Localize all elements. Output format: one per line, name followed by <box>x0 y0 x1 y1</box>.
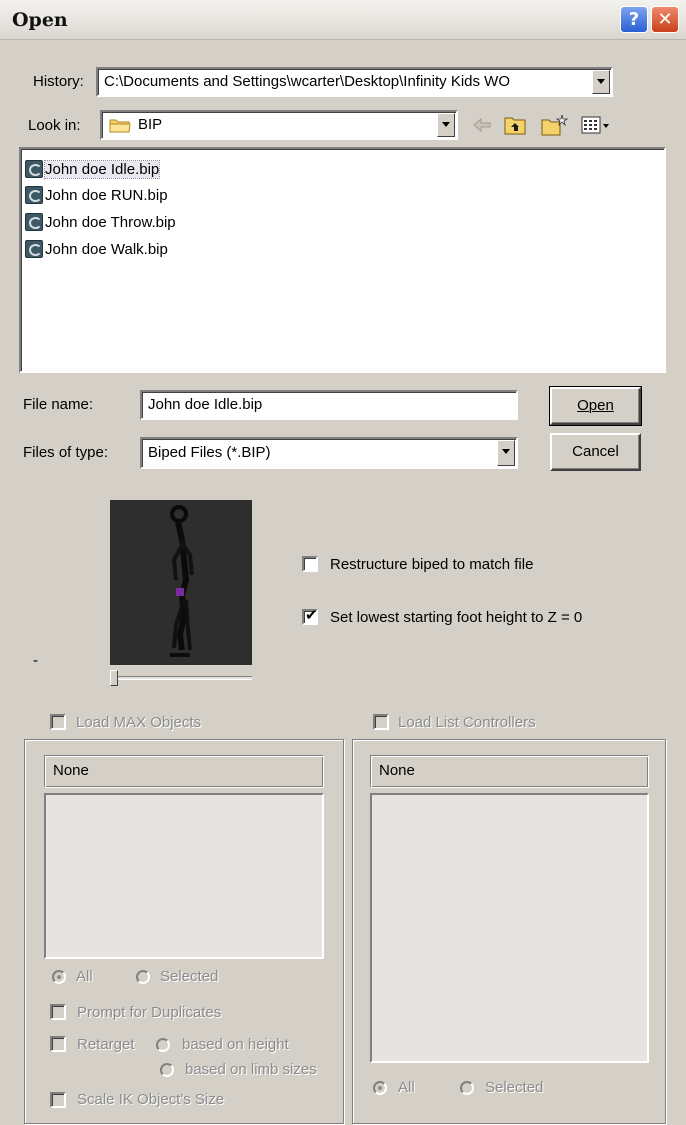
biped-file-icon <box>25 186 43 204</box>
view-menu-icon[interactable] <box>580 113 609 137</box>
list-controllers-list[interactable] <box>370 793 649 1063</box>
retarget-label: Retarget <box>77 1036 135 1053</box>
prompt-duplicates-checkbox[interactable] <box>50 1004 66 1020</box>
max-selected-radio[interactable] <box>136 970 150 984</box>
folder-icon <box>109 117 131 133</box>
skeleton-figure <box>170 505 194 657</box>
back-arrow-icon[interactable] <box>470 113 494 137</box>
restructure-checkbox[interactable] <box>302 556 318 572</box>
checkmark-icon: ✔ <box>305 606 318 624</box>
history-label: History: <box>33 73 84 90</box>
file-name-text: John doe Walk.bip <box>45 240 168 258</box>
file-item[interactable]: John doe RUN.bip <box>25 184 168 206</box>
preview-slider-thumb[interactable] <box>110 670 118 686</box>
look-in-dropdown-button[interactable] <box>437 113 455 137</box>
title-bar: Open ? ✕ <box>0 0 686 40</box>
lowest-foot-checkbox[interactable]: ✔ <box>302 606 318 625</box>
file-name-label: File name: <box>23 396 94 413</box>
preview-dash: - <box>33 652 38 669</box>
load-list-controllers-label: Load List Controllers <box>398 714 536 731</box>
based-on-limb-radio[interactable] <box>160 1063 174 1077</box>
retarget-checkbox[interactable] <box>50 1036 66 1052</box>
new-folder-icon[interactable] <box>540 113 569 137</box>
biped-file-icon <box>25 240 43 258</box>
based-on-height-label: based on height <box>182 1036 289 1053</box>
cancel-button[interactable]: Cancel <box>550 433 641 471</box>
based-on-limb-label: based on limb sizes <box>185 1061 317 1078</box>
controllers-all-label: All <box>398 1079 415 1096</box>
open-button[interactable]: Open <box>549 386 642 426</box>
help-button[interactable]: ? <box>620 6 648 33</box>
controllers-all-radio[interactable] <box>373 1081 387 1095</box>
window-title: Open <box>12 9 68 31</box>
history-dropdown[interactable]: C:\Documents and Settings\wcarter\Deskto… <box>96 67 613 97</box>
file-list[interactable]: John doe Idle.bip John doe RUN.bip John … <box>19 147 666 373</box>
file-type-value: Biped Files (*.BIP) <box>148 444 271 461</box>
close-button[interactable]: ✕ <box>651 6 679 33</box>
file-type-label: Files of type: <box>23 444 109 461</box>
max-all-radio[interactable] <box>52 970 66 984</box>
controllers-selected-radio[interactable] <box>460 1081 474 1095</box>
prompt-duplicates-label: Prompt for Duplicates <box>77 1004 222 1021</box>
file-name-value: John doe Idle.bip <box>148 396 263 413</box>
max-all-label: All <box>76 968 93 985</box>
file-name-text: John doe RUN.bip <box>45 186 168 204</box>
up-folder-icon[interactable] <box>503 113 527 137</box>
open-button-label: Open <box>577 397 614 414</box>
file-item[interactable]: John doe Idle.bip <box>25 158 161 180</box>
file-name-text: John doe Throw.bip <box>45 213 176 231</box>
load-max-objects-label: Load MAX Objects <box>76 714 202 731</box>
history-value: C:\Documents and Settings\wcarter\Deskto… <box>104 73 510 90</box>
based-on-height-radio[interactable] <box>156 1038 170 1052</box>
controllers-selected-label: Selected <box>485 1079 544 1096</box>
biped-preview <box>110 500 252 665</box>
scale-ik-label: Scale IK Object's Size <box>77 1091 225 1108</box>
max-objects-list-header: None <box>44 755 324 788</box>
file-type-dropdown[interactable]: Biped Files (*.BIP) <box>140 437 518 469</box>
look-in-dropdown[interactable]: BIP <box>100 110 458 140</box>
scale-ik-checkbox[interactable] <box>50 1092 66 1108</box>
preview-slider-track[interactable] <box>110 676 252 680</box>
max-objects-list[interactable] <box>44 793 324 959</box>
file-item[interactable]: John doe Throw.bip <box>25 211 176 233</box>
biped-file-icon <box>25 213 43 231</box>
history-dropdown-button[interactable] <box>592 70 610 94</box>
load-list-controllers-checkbox[interactable] <box>373 714 389 730</box>
file-name-input[interactable]: John doe Idle.bip <box>140 390 518 420</box>
file-name-text: John doe Idle.bip <box>43 159 161 179</box>
load-max-objects-checkbox[interactable] <box>50 714 66 730</box>
restructure-label: Restructure biped to match file <box>330 556 534 573</box>
max-selected-label: Selected <box>160 968 219 985</box>
look-in-label: Look in: <box>28 117 81 134</box>
look-in-value: BIP <box>138 116 163 133</box>
biped-file-icon <box>25 160 43 178</box>
list-controllers-list-header: None <box>370 755 649 788</box>
file-type-dropdown-button[interactable] <box>497 440 515 466</box>
file-item[interactable]: John doe Walk.bip <box>25 238 168 260</box>
lowest-foot-label: Set lowest starting foot height to Z = 0 <box>330 609 583 626</box>
